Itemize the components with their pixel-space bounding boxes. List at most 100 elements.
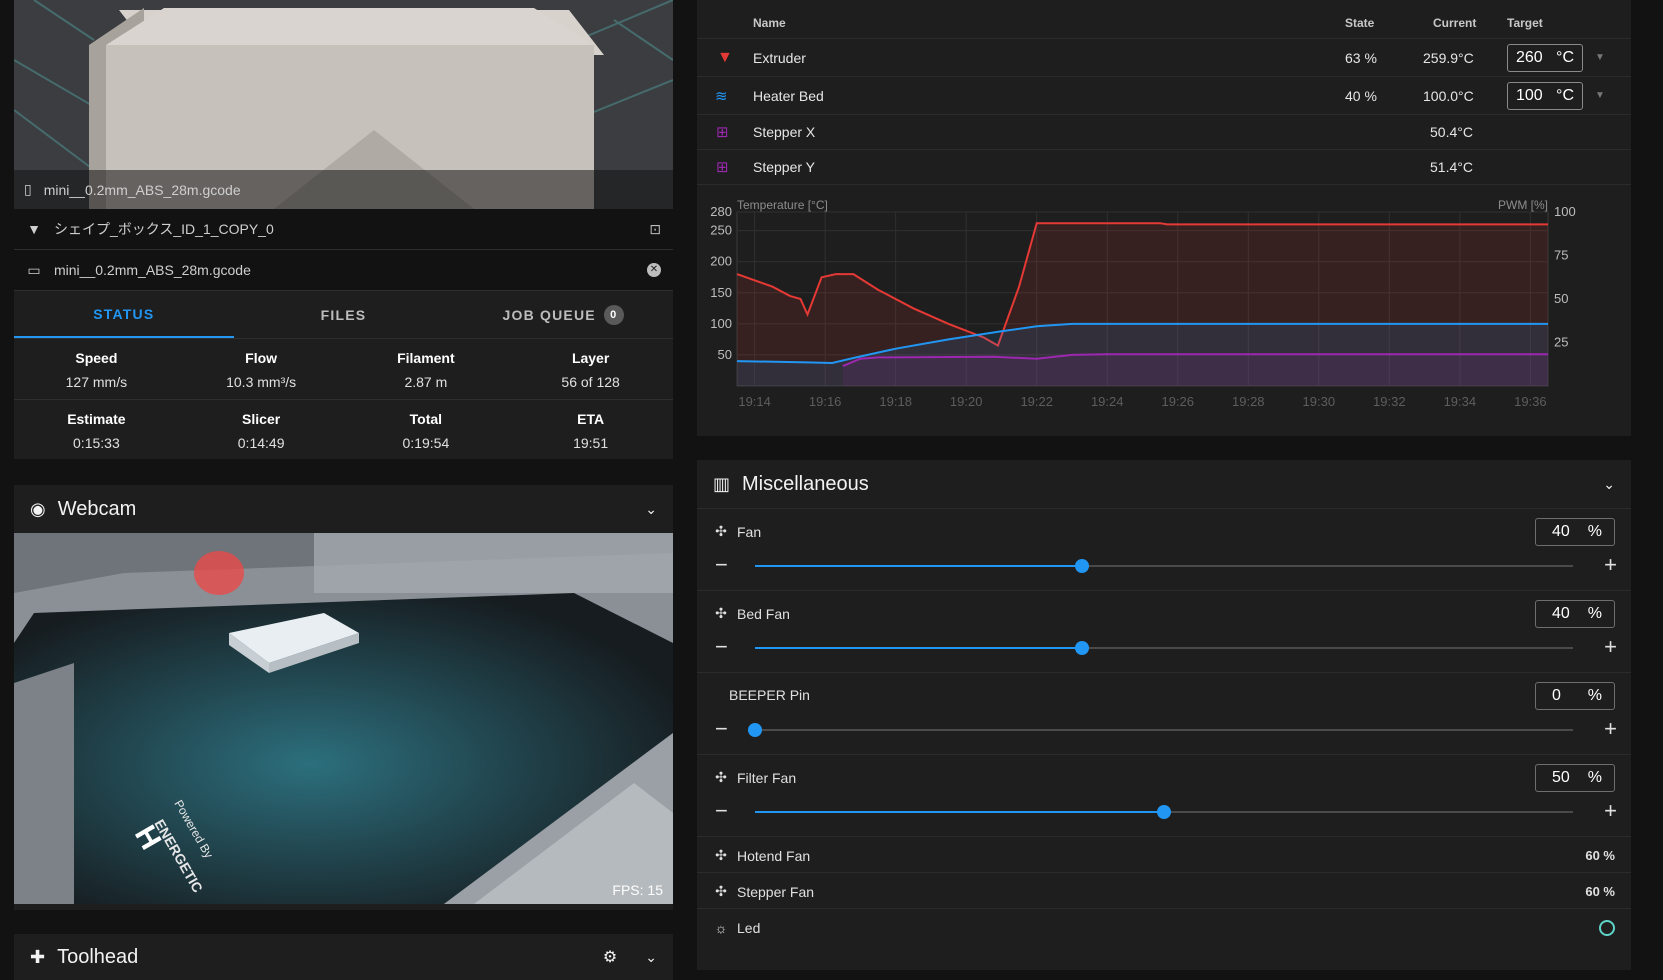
plus-icon[interactable]: + — [1604, 800, 1617, 822]
chevron-down-icon[interactable]: ⌄ — [645, 949, 657, 966]
webcam-header[interactable]: ◉ Webcam ⌄ — [14, 485, 673, 533]
exclude-object-icon[interactable]: ⊡ — [649, 221, 661, 238]
header-current: Current — [1433, 16, 1477, 30]
toolhead-header[interactable]: ✚ Toolhead ⚙ ⌄ — [14, 934, 673, 980]
stat-label: Layer — [571, 350, 610, 366]
plus-icon[interactable]: + — [1604, 636, 1617, 658]
lightbulb-icon: ☼ — [714, 919, 728, 936]
temp-row-stepper-x: ⊞ Stepper X 50.4°C — [697, 114, 1631, 149]
stat-eta: ETA 19:51 — [508, 411, 673, 451]
slider-thumb[interactable] — [1075, 641, 1090, 655]
series-area — [842, 354, 1548, 386]
dropdown-icon[interactable]: ▼ — [1595, 52, 1605, 63]
slider-value: 0 — [1552, 687, 1561, 704]
slider-track[interactable] — [755, 559, 1573, 573]
target-value: 100 — [1516, 87, 1543, 104]
extruder-icon[interactable]: ▼ — [717, 49, 733, 67]
slider-title: ✣ Bed Fan — [697, 605, 790, 622]
stat-label: Speed — [75, 350, 118, 366]
extruder-target-input[interactable]: 260 °C — [1507, 44, 1583, 72]
minus-icon[interactable]: − — [715, 718, 728, 740]
dropdown-icon[interactable]: ▼ — [1595, 90, 1605, 101]
plus-icon[interactable]: + — [1604, 718, 1617, 740]
minus-icon[interactable]: − — [715, 800, 728, 822]
close-icon[interactable]: ✕ — [647, 263, 661, 277]
temp-current: 259.9°C — [1423, 49, 1474, 66]
tab-files[interactable]: FILES — [234, 291, 454, 338]
temp-name: Extruder — [753, 49, 806, 66]
bed-target-input[interactable]: 100 °C — [1507, 82, 1583, 110]
stat-total: Total 0:19:54 — [344, 411, 509, 451]
slider-value-input[interactable]: 40% — [1535, 600, 1615, 628]
chart-y2label: PWM [%] — [1498, 198, 1548, 212]
stat-label: Estimate — [67, 411, 126, 427]
chevron-down-icon[interactable]: ⌄ — [1603, 476, 1615, 493]
temp-row-stepper-y: ⊞ Stepper Y 51.4°C — [697, 149, 1631, 184]
chip-icon[interactable]: ⊞ — [716, 123, 729, 141]
message-icon: ▭ — [27, 261, 41, 278]
slider-unit: % — [1587, 687, 1602, 704]
x-tick-label: 19:30 — [1303, 394, 1336, 409]
minus-icon[interactable]: − — [715, 636, 728, 658]
temp-name: Stepper Y — [753, 159, 816, 175]
temp-row-heater-bed: ≋ Heater Bed 40 % 100.0°C 100 °C ▼ — [697, 76, 1631, 114]
chevron-down-icon[interactable]: ⌄ — [645, 501, 657, 518]
led-label: Led — [737, 919, 761, 936]
slider-value-input[interactable]: 40% — [1535, 518, 1615, 546]
slider-title: BEEPER Pin — [697, 687, 810, 703]
slider-value-input[interactable]: 50% — [1535, 764, 1615, 792]
temp-row-extruder: ▼ Extruder 63 % 259.9°C 260 °C ▼ — [697, 38, 1631, 76]
stat-label: Filament — [397, 350, 455, 366]
slider-thumb[interactable] — [1075, 559, 1090, 573]
y2-tick-label: 50 — [1554, 291, 1568, 306]
heater-bed-icon[interactable]: ≋ — [715, 87, 728, 105]
fan-readonly-row: ✣ Stepper Fan 60 % — [697, 872, 1631, 910]
object-name: シェイプ_ボックス_ID_1_COPY_0 — [54, 221, 274, 237]
fan-label: Stepper Fan — [737, 883, 815, 900]
job-queue-badge: 0 — [603, 304, 624, 325]
led-color-swatch[interactable] — [1599, 919, 1615, 936]
fan-icon: ✣ — [715, 847, 727, 863]
stat-value: 0:15:33 — [73, 435, 120, 451]
stat-filament: Filament 2.87 m — [344, 350, 509, 390]
tab-files-label: FILES — [320, 306, 367, 323]
status-tabs: STATUS FILES JOB QUEUE 0 — [14, 291, 673, 339]
fan-icon: ✣ — [715, 605, 727, 621]
slider-value: 50 — [1552, 769, 1570, 786]
slider-label: Filter Fan — [737, 769, 797, 786]
temp-state: 40 % — [1345, 87, 1377, 104]
slider-value: 40 — [1552, 523, 1570, 540]
header-state: State — [1345, 16, 1375, 30]
misc-header[interactable]: ▥ Miscellaneous ⌄ — [697, 460, 1631, 508]
slider-track[interactable] — [748, 723, 1573, 737]
tab-job-queue[interactable]: JOB QUEUE 0 — [453, 291, 673, 338]
slider-track[interactable] — [755, 641, 1573, 655]
gauge-icon: ▥ — [713, 473, 731, 494]
slider-thumb[interactable] — [1157, 805, 1171, 819]
minus-icon[interactable]: − — [715, 554, 728, 576]
slider-row: ✣ Bed Fan 40% − + — [697, 590, 1631, 672]
chip-icon[interactable]: ⊞ — [716, 158, 729, 176]
temp-current: 51.4°C — [1430, 159, 1473, 175]
y-tick-label: 50 — [718, 347, 732, 362]
stats-row-2: Estimate 0:15:33 Slicer 0:14:49 Total 0:19:… — [14, 411, 673, 451]
print-thumbnail: ▯ mini__0.2mm_ABS_28m.gcode — [14, 0, 673, 209]
stat-value: 56 of 128 — [561, 374, 620, 390]
slider-track[interactable] — [755, 805, 1573, 819]
stat-value: 127 mm/s — [65, 374, 128, 390]
temp-state: 63 % — [1345, 49, 1377, 66]
plus-icon[interactable]: + — [1604, 554, 1617, 576]
thumbnail-filename: mini__0.2mm_ABS_28m.gcode — [43, 181, 241, 198]
x-tick-label: 19:32 — [1373, 394, 1406, 409]
fan-value: 60 % — [1585, 884, 1615, 899]
led-row: ☼ Led — [697, 908, 1631, 946]
slider-thumb[interactable] — [748, 723, 762, 737]
fan-value: 60 % — [1585, 848, 1615, 863]
y2-tick-label: 25 — [1554, 335, 1568, 350]
y-tick-label: 100 — [710, 316, 732, 331]
gear-icon[interactable]: ⚙ — [603, 947, 617, 967]
stat-label: Flow — [245, 350, 278, 366]
slider-value-input[interactable]: 0% — [1535, 682, 1615, 710]
tab-status[interactable]: STATUS — [14, 291, 234, 338]
slider-row: ✣ Filter Fan 50% − + — [697, 754, 1631, 836]
